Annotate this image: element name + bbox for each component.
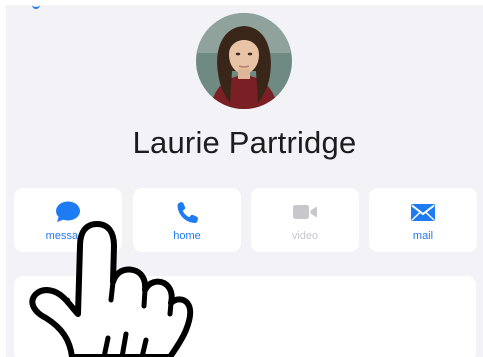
phone-icon [173,200,201,224]
phone-field-label: home [36,292,72,308]
message-button[interactable]: message [14,188,122,252]
home-label: home [173,230,201,242]
phone-field-card[interactable]: home 5 [14,276,476,357]
contact-screen: Laurie Partridge message home video mail… [6,5,483,357]
avatar-photo [196,13,292,109]
phone-number-value[interactable]: 5 [124,318,133,338]
message-bubble-icon [54,200,82,224]
video-button[interactable]: video [251,188,359,252]
video-camera-icon [291,200,319,224]
mail-label: mail [412,230,434,242]
envelope-icon [409,200,437,224]
avatar [196,13,292,109]
contact-name: Laurie Partridge [132,125,357,160]
video-label: video [291,230,319,242]
call-home-button[interactable]: home [133,188,241,252]
back-hint[interactable] [32,5,40,9]
message-label: message [45,230,91,242]
mail-button[interactable]: mail [369,188,477,252]
